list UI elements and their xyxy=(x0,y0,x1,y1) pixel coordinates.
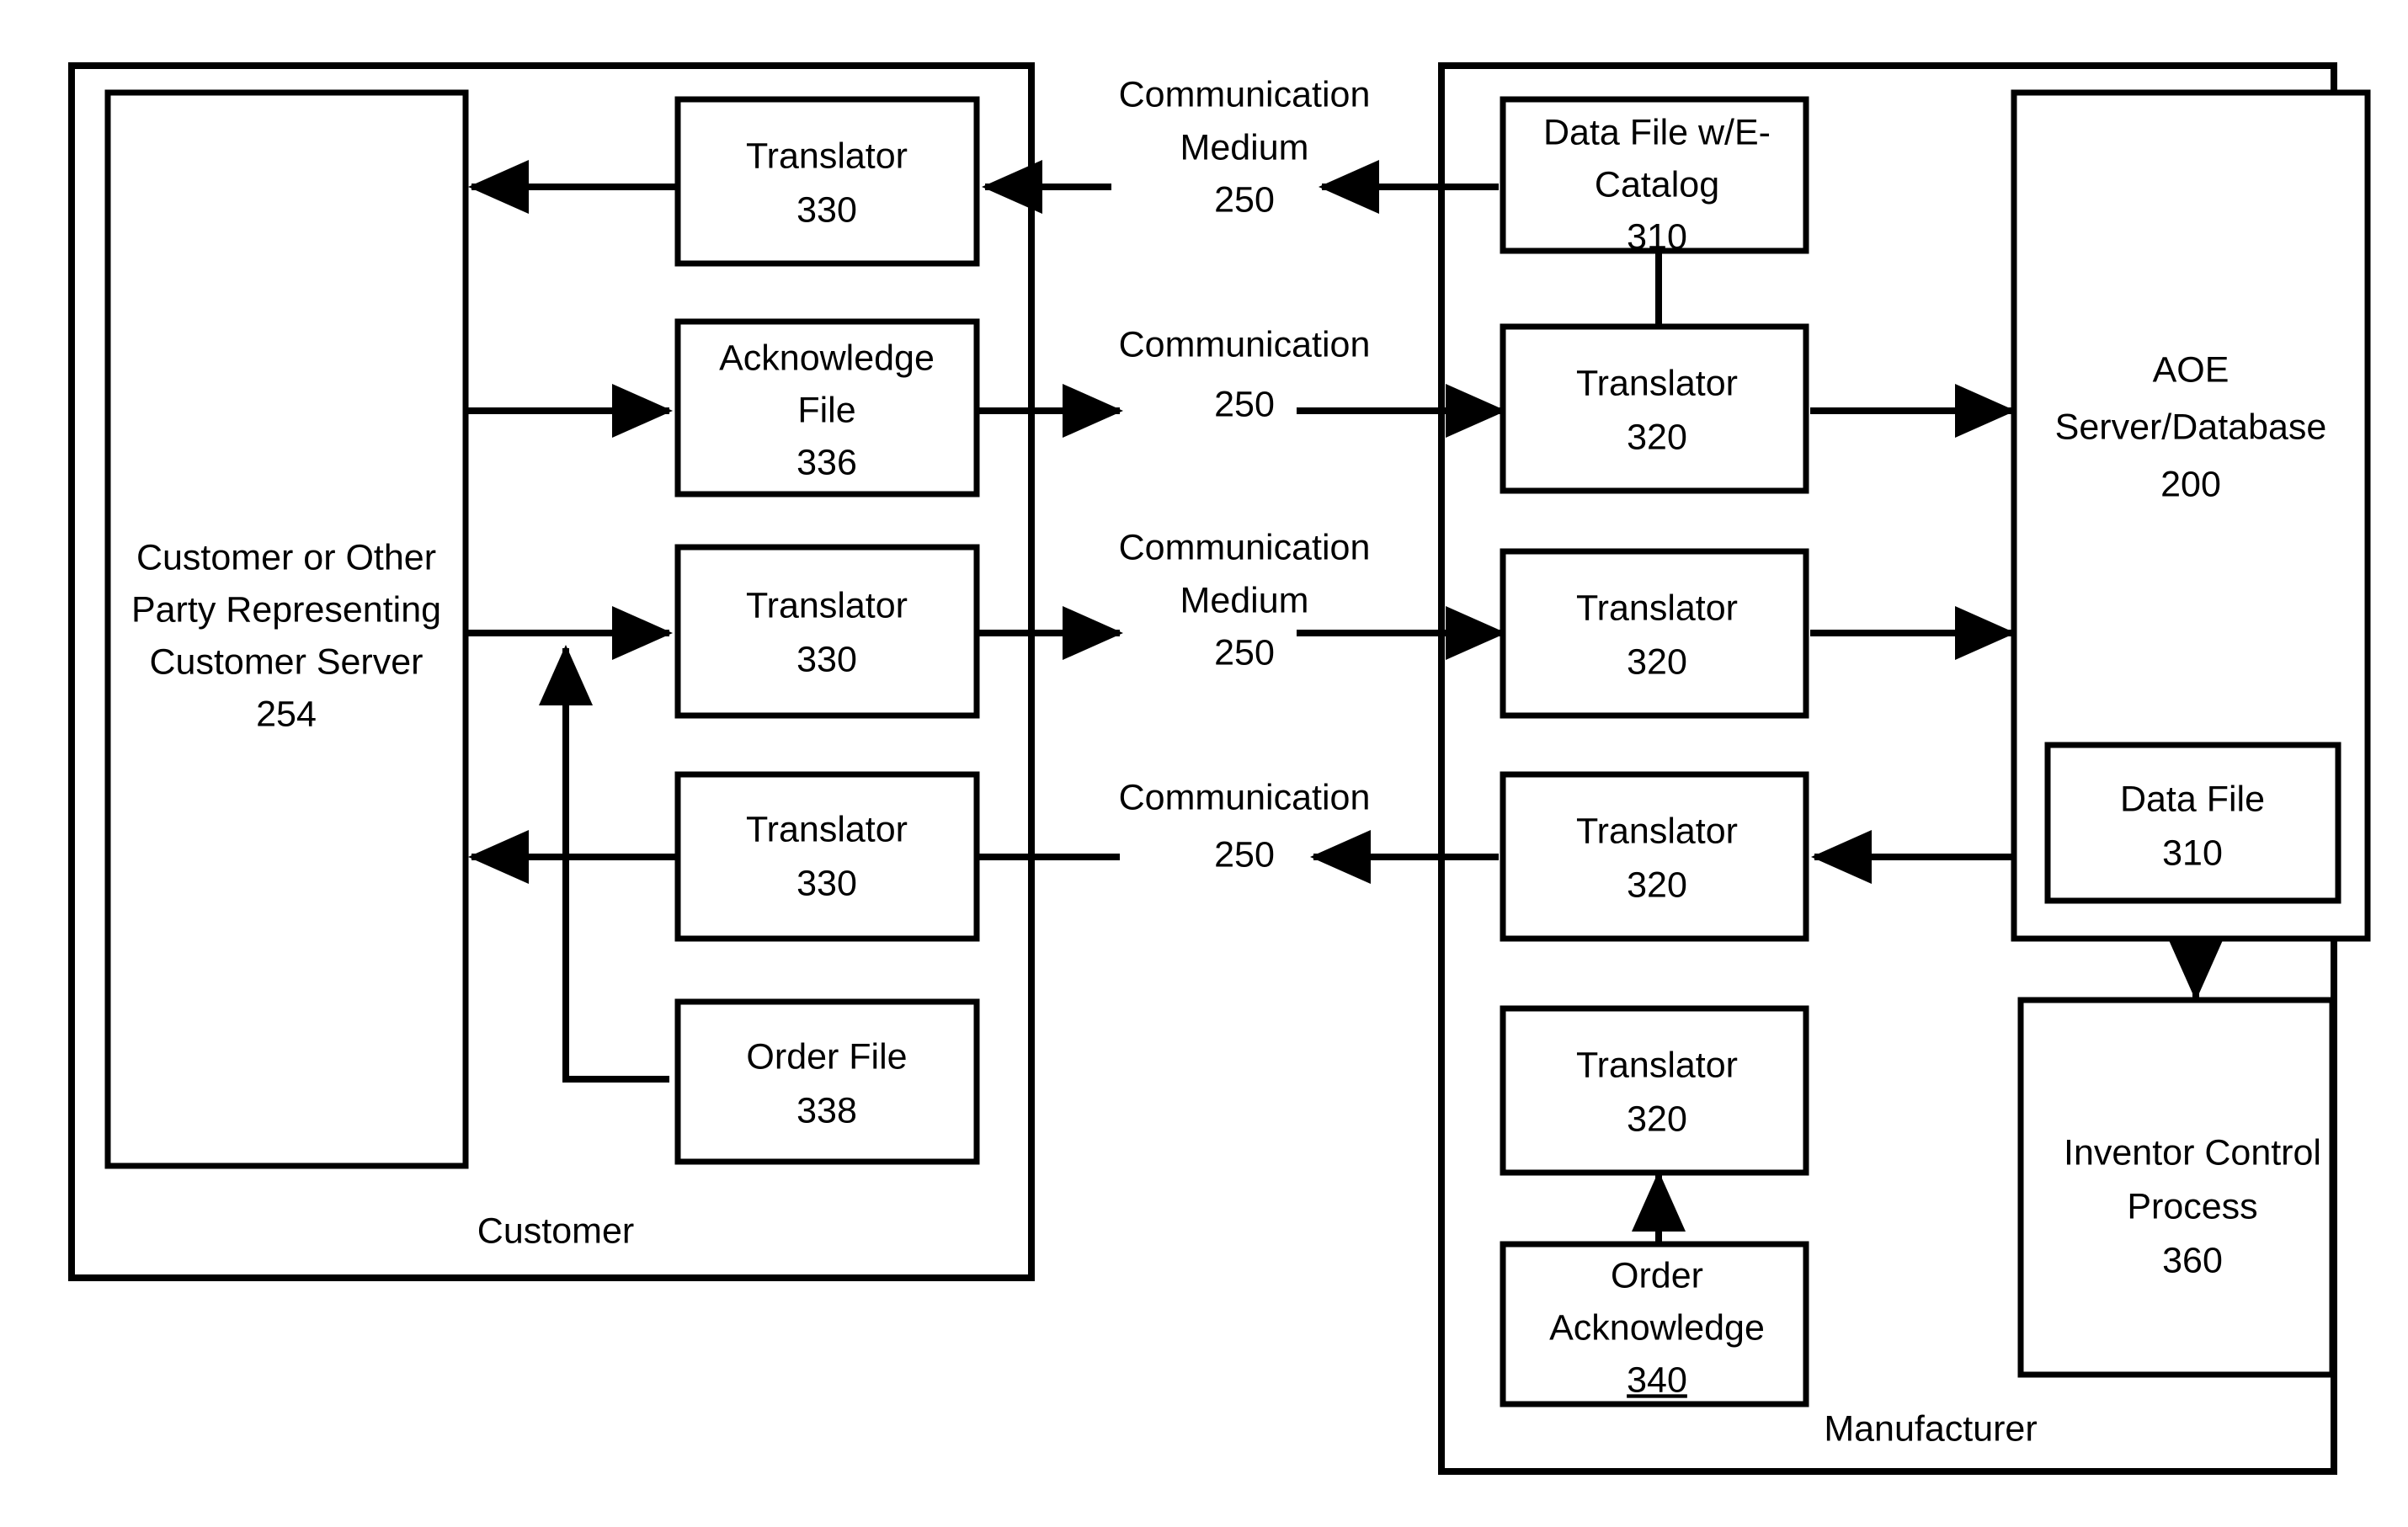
translator-330-a-box[interactable] xyxy=(674,96,980,267)
svg-text:Process: Process xyxy=(2127,1186,2257,1226)
svg-text:Acknowledge: Acknowledge xyxy=(1549,1307,1765,1348)
svg-text:Acknowledge: Acknowledge xyxy=(719,338,935,378)
svg-text:320: 320 xyxy=(1627,641,1687,682)
conn-orderfile338-to-translator330b xyxy=(539,645,669,1083)
svg-text:320: 320 xyxy=(1627,417,1687,457)
svg-text:Translator: Translator xyxy=(1576,588,1738,628)
svg-text:Communication: Communication xyxy=(1119,527,1371,567)
svg-text:Data File: Data File xyxy=(2120,779,2265,819)
svg-text:338: 338 xyxy=(796,1090,857,1131)
svg-text:Translator: Translator xyxy=(1576,1045,1738,1085)
svg-text:Server/Database: Server/Database xyxy=(2055,407,2327,447)
svg-text:336: 336 xyxy=(796,442,857,482)
translator-320-c-box[interactable] xyxy=(1500,771,1809,942)
svg-text:330: 330 xyxy=(796,639,857,679)
manufacturer-container-label: Manufacturer xyxy=(1824,1408,2037,1449)
svg-text:Order: Order xyxy=(1611,1255,1703,1296)
svg-text:330: 330 xyxy=(796,863,857,903)
svg-text:AOE: AOE xyxy=(2153,349,2230,390)
svg-text:330: 330 xyxy=(796,189,857,230)
svg-text:Translator: Translator xyxy=(746,809,908,849)
svg-text:320: 320 xyxy=(1627,865,1687,905)
svg-text:Party Representing: Party Representing xyxy=(131,589,441,630)
svg-text:250: 250 xyxy=(1214,834,1275,875)
svg-text:Translator: Translator xyxy=(746,585,908,625)
svg-text:Order File: Order File xyxy=(746,1036,907,1077)
translator-320-d-box[interactable] xyxy=(1500,1005,1809,1176)
svg-text:Customer Server: Customer Server xyxy=(150,641,424,682)
svg-text:Inventor Control: Inventor Control xyxy=(2064,1132,2321,1173)
svg-text:Catalog: Catalog xyxy=(1595,164,1719,205)
svg-text:Customer or Other: Customer or Other xyxy=(136,537,436,577)
comm-medium-250-row1-label: Communication Medium 250 xyxy=(1119,74,1371,220)
patent-figure: Customer or Other Party Representing Cus… xyxy=(0,0,2408,1527)
translator-330-c-box[interactable] xyxy=(674,771,980,942)
svg-text:310: 310 xyxy=(1627,216,1687,257)
svg-text:254: 254 xyxy=(256,694,317,734)
svg-text:340: 340 xyxy=(1627,1359,1687,1400)
svg-text:Translator: Translator xyxy=(1576,363,1738,403)
data-file-310-box[interactable] xyxy=(2044,742,2341,904)
svg-text:250: 250 xyxy=(1214,384,1275,424)
svg-text:Communication: Communication xyxy=(1119,324,1371,364)
diagram-canvas: Customer or Other Party Representing Cus… xyxy=(68,62,2371,1475)
svg-text:Translator: Translator xyxy=(1576,811,1738,851)
svg-text:Data File w/E-: Data File w/E- xyxy=(1543,112,1771,152)
svg-text:200: 200 xyxy=(2160,464,2221,504)
svg-text:250: 250 xyxy=(1214,632,1275,673)
customer-container-label: Customer xyxy=(477,1210,634,1251)
svg-text:Communication: Communication xyxy=(1119,777,1371,817)
svg-text:310: 310 xyxy=(2162,833,2223,873)
translator-320-a-box[interactable] xyxy=(1500,323,1809,494)
comm-medium-250-row3-label: Communication Medium 250 xyxy=(1119,527,1371,673)
order-file-338-box[interactable] xyxy=(674,998,980,1165)
svg-text:Medium: Medium xyxy=(1180,127,1309,168)
svg-text:320: 320 xyxy=(1627,1099,1687,1139)
svg-text:Translator: Translator xyxy=(746,136,908,176)
translator-330-b-box[interactable] xyxy=(674,544,980,719)
svg-text:250: 250 xyxy=(1214,179,1275,220)
translator-320-b-box[interactable] xyxy=(1500,548,1809,719)
svg-text:File: File xyxy=(797,390,855,430)
svg-text:Medium: Medium xyxy=(1180,580,1309,620)
svg-text:Communication: Communication xyxy=(1119,74,1371,114)
svg-text:360: 360 xyxy=(2162,1240,2223,1280)
